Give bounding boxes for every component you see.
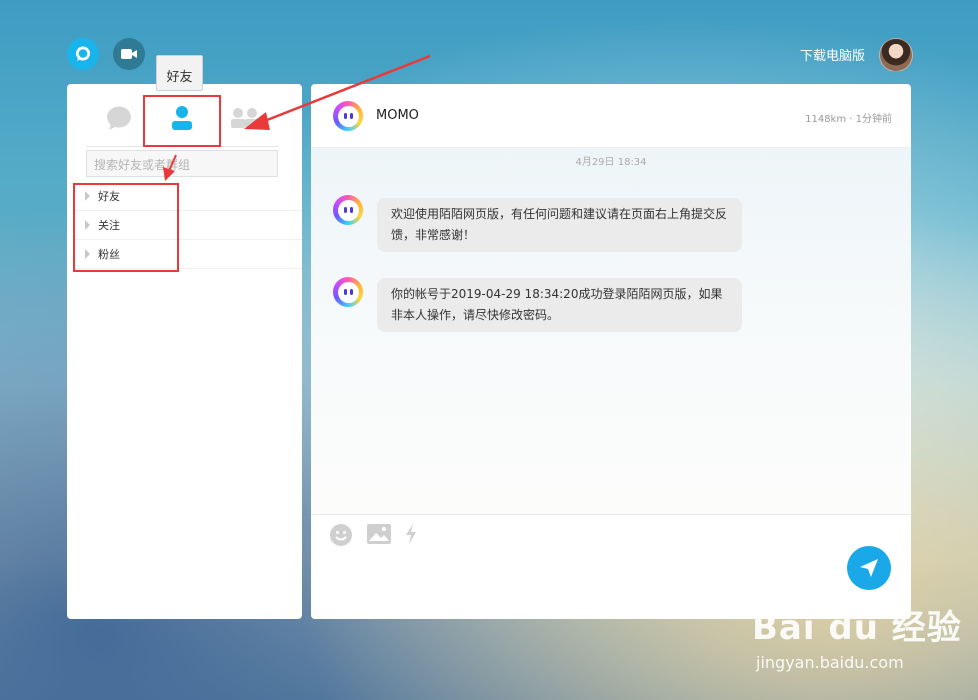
annotation-arrow [163,154,177,181]
annotation-arrow [244,54,431,130]
annotation-arrows [163,54,431,181]
